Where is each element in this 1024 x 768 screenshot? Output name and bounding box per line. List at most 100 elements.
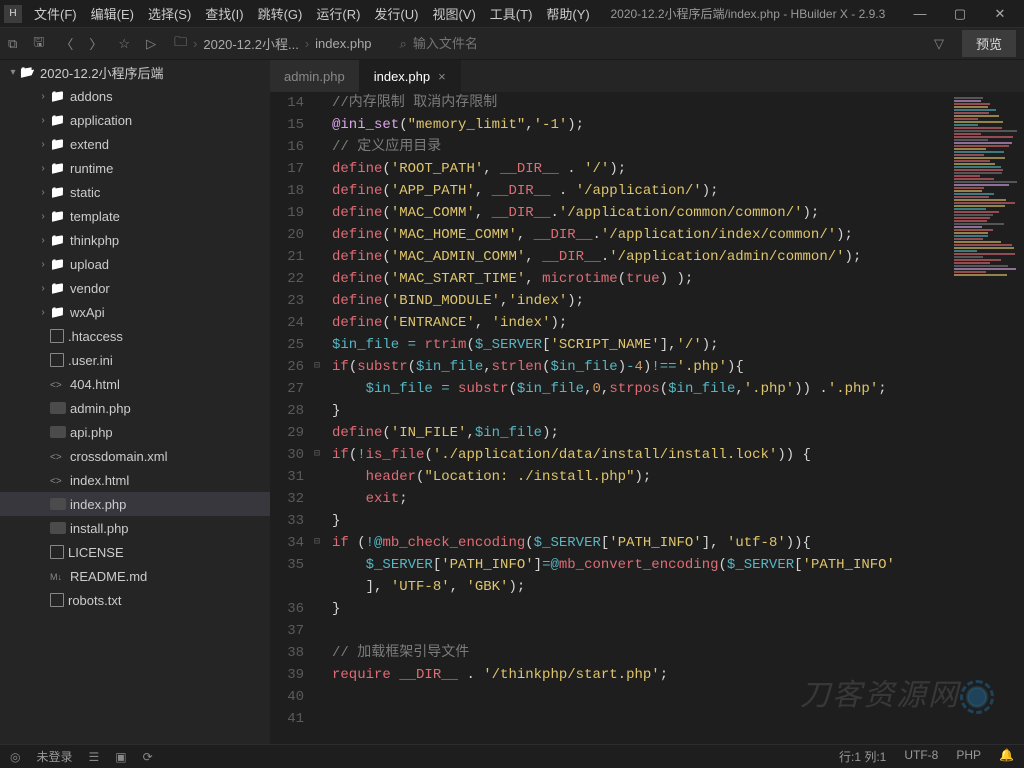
list-icon[interactable]: ☰ [89, 750, 100, 764]
code-line[interactable]: 33} [270, 510, 1024, 532]
filter-icon[interactable]: ▽ [934, 36, 944, 52]
code-line[interactable]: 41 [270, 708, 1024, 730]
code-line[interactable]: 25$in_file = rtrim($_SERVER['SCRIPT_NAME… [270, 334, 1024, 356]
tree-file[interactable]: .htaccess [0, 324, 270, 348]
preview-button[interactable]: 预览 [962, 30, 1016, 57]
tree-folder[interactable]: ›wxApi [0, 300, 270, 324]
code-line[interactable]: 35 $_SERVER['PATH_INFO']=@mb_convert_enc… [270, 554, 1024, 576]
code-line[interactable]: 37 [270, 620, 1024, 642]
menu-item[interactable]: 视图(V) [426, 1, 481, 26]
code-line[interactable]: 39require __DIR__ . '/thinkphp/start.php… [270, 664, 1024, 686]
code-line[interactable]: 38// 加载框架引导文件 [270, 642, 1024, 664]
tree-folder[interactable]: ›extend [0, 132, 270, 156]
code-line[interactable]: 24define('ENTRANCE', 'index'); [270, 312, 1024, 334]
editor-tab[interactable]: admin.php [270, 60, 360, 92]
tree-file[interactable]: index.php [0, 492, 270, 516]
editor-tabs: admin.phpindex.php× [270, 60, 1024, 92]
code-line[interactable]: 30⊟if(!is_file('./application/data/insta… [270, 444, 1024, 466]
code-line[interactable]: 29define('IN_FILE',$in_file); [270, 422, 1024, 444]
tree-folder[interactable]: ›upload [0, 252, 270, 276]
terminal-icon[interactable]: ▣ [115, 750, 126, 764]
code-line[interactable]: ], 'UTF-8', 'GBK'); [270, 576, 1024, 598]
save-icon[interactable]: 🖫 [33, 33, 44, 55]
code-line[interactable]: 16// 定义应用目录 [270, 136, 1024, 158]
menu-item[interactable]: 帮助(Y) [540, 1, 595, 26]
tree-folder[interactable]: ›addons [0, 84, 270, 108]
tree-folder[interactable]: ›template [0, 204, 270, 228]
language-mode[interactable]: PHP [956, 748, 981, 765]
code-line[interactable]: 28} [270, 400, 1024, 422]
titlebar: H 文件(F)编辑(E)选择(S)查找(I)跳转(G)运行(R)发行(U)视图(… [0, 0, 1024, 28]
code-line[interactable]: 26⊟if(substr($in_file,strlen($in_file)-4… [270, 356, 1024, 378]
menu-item[interactable]: 编辑(E) [85, 1, 140, 26]
code-line[interactable]: 22define('MAC_START_TIME', microtime(tru… [270, 268, 1024, 290]
menu-item[interactable]: 工具(T) [484, 1, 539, 26]
search-input[interactable] [413, 36, 613, 51]
editor-area: admin.phpindex.php× 14//内存限制 取消内存限制15@in… [270, 60, 1024, 744]
tree-file[interactable]: install.php [0, 516, 270, 540]
forward-icon[interactable]: 〉 [89, 34, 102, 53]
menubar: 文件(F)编辑(E)选择(S)查找(I)跳转(G)运行(R)发行(U)视图(V)… [28, 1, 596, 26]
tree-file[interactable]: admin.php [0, 396, 270, 420]
code-line[interactable]: 23define('BIND_MODULE','index'); [270, 290, 1024, 312]
tree-file[interactable]: README.md [0, 564, 270, 588]
tree-file[interactable]: index.html [0, 468, 270, 492]
tree-folder[interactable]: ›static [0, 180, 270, 204]
toolbar: ⧉ 🖫 〈 〉 ☆ ▷ 🗀 › 2020-12.2小程... › index.p… [0, 28, 1024, 60]
minimize-button[interactable]: — [900, 0, 940, 28]
editor-tab[interactable]: index.php× [360, 60, 461, 92]
code-line[interactable]: 32 exit; [270, 488, 1024, 510]
minimap[interactable] [950, 96, 1020, 376]
code-line[interactable]: 18define('APP_PATH', __DIR__ . '/applica… [270, 180, 1024, 202]
back-icon[interactable]: 〈 [60, 34, 73, 53]
code-line[interactable]: 14//内存限制 取消内存限制 [270, 92, 1024, 114]
close-button[interactable]: ✕ [980, 0, 1020, 28]
maximize-button[interactable]: ▢ [940, 0, 980, 28]
tree-folder[interactable]: ›runtime [0, 156, 270, 180]
run-icon[interactable]: ▷ [146, 36, 156, 52]
php-icon [50, 426, 66, 438]
login-status[interactable]: 未登录 [36, 748, 72, 765]
menu-item[interactable]: 运行(R) [310, 1, 366, 26]
star-icon[interactable]: ☆ [118, 36, 130, 52]
code-line[interactable]: 27 $in_file = substr($in_file,0,strpos($… [270, 378, 1024, 400]
menu-item[interactable]: 文件(F) [28, 1, 83, 26]
sync-icon[interactable]: ⟳ [143, 750, 153, 764]
folder-icon: 🗀 [174, 33, 187, 55]
tree-folder[interactable]: ›thinkphp [0, 228, 270, 252]
tree-folder[interactable]: ›application [0, 108, 270, 132]
tree-file[interactable]: 404.html [0, 372, 270, 396]
breadcrumb-item[interactable]: index.php [315, 36, 371, 51]
tree-folder[interactable]: ›vendor [0, 276, 270, 300]
tree-file[interactable]: crossdomain.xml [0, 444, 270, 468]
menu-item[interactable]: 发行(U) [368, 1, 424, 26]
code-line[interactable]: 40 [270, 686, 1024, 708]
bell-icon[interactable]: 🔔 [999, 748, 1014, 765]
statusbar: ◎ 未登录 ☰ ▣ ⟳ 行:1 列:1 UTF-8 PHP 🔔 [0, 744, 1024, 768]
code-line[interactable]: 21define('MAC_ADMIN_COMM', __DIR__.'/app… [270, 246, 1024, 268]
new-file-icon[interactable]: ⧉ [8, 36, 17, 52]
code-line[interactable]: 31 header("Location: ./install.php"); [270, 466, 1024, 488]
tree-file[interactable]: LICENSE [0, 540, 270, 564]
tree-file[interactable]: api.php [0, 420, 270, 444]
menu-item[interactable]: 跳转(G) [252, 1, 309, 26]
code-line[interactable]: 15@ini_set("memory_limit",'-1'); [270, 114, 1024, 136]
encoding[interactable]: UTF-8 [904, 748, 938, 765]
tree-file[interactable]: .user.ini [0, 348, 270, 372]
close-tab-icon[interactable]: × [438, 69, 446, 84]
code-editor[interactable]: 14//内存限制 取消内存限制15@ini_set("memory_limit"… [270, 92, 1024, 744]
search-icon[interactable]: ⌕ [400, 36, 407, 52]
menu-item[interactable]: 查找(I) [199, 1, 249, 26]
tree-root[interactable]: ▾2020-12.2小程序后端 [0, 60, 270, 84]
cursor-position[interactable]: 行:1 列:1 [839, 748, 886, 765]
user-icon[interactable]: ◎ [10, 750, 20, 764]
code-line[interactable]: 19define('MAC_COMM', __DIR__.'/applicati… [270, 202, 1024, 224]
menu-item[interactable]: 选择(S) [142, 1, 197, 26]
code-line[interactable]: 17define('ROOT_PATH', __DIR__ . '/'); [270, 158, 1024, 180]
breadcrumb-item[interactable]: 2020-12.2小程... [203, 34, 298, 53]
php-icon [50, 522, 66, 534]
code-line[interactable]: 36} [270, 598, 1024, 620]
code-line[interactable]: 34⊟if (!@mb_check_encoding($_SERVER['PAT… [270, 532, 1024, 554]
code-line[interactable]: 20define('MAC_HOME_COMM', __DIR__.'/appl… [270, 224, 1024, 246]
tree-file[interactable]: robots.txt [0, 588, 270, 612]
